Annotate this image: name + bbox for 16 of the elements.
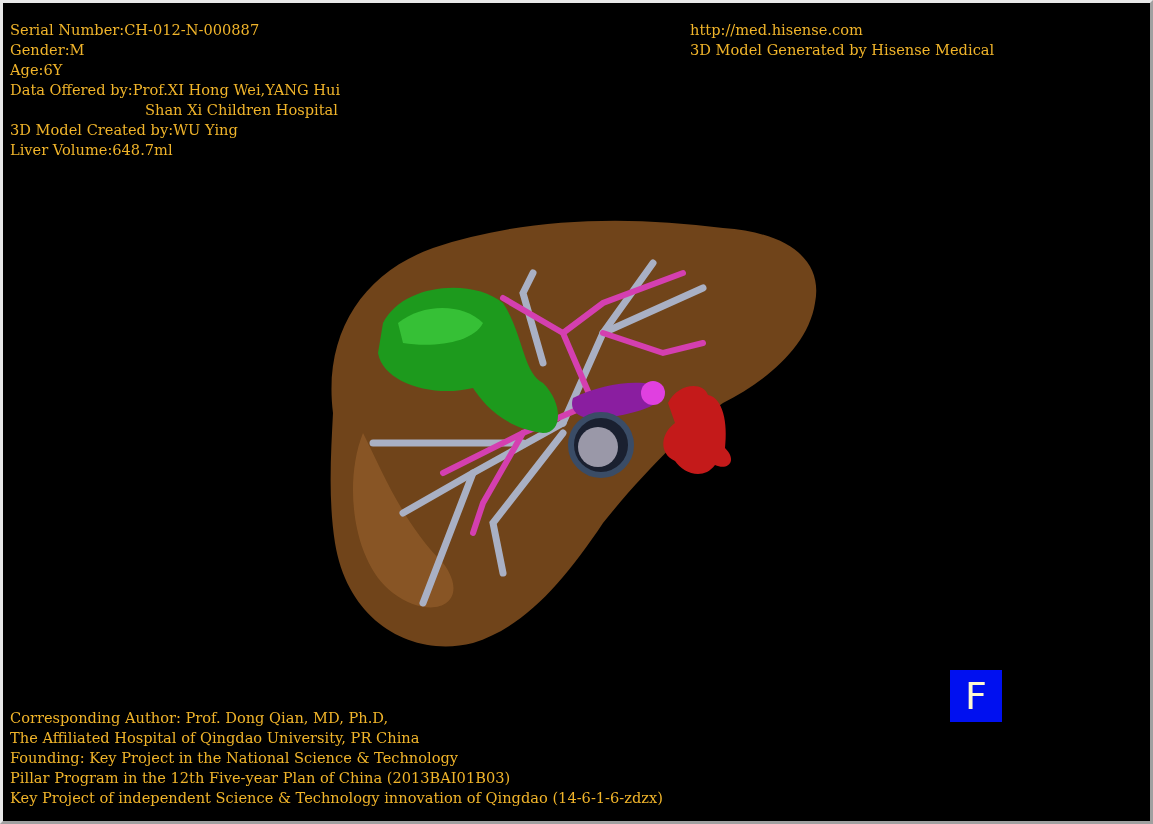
info-text: Age:6Y: [10, 60, 63, 80]
info-text: 3D Model Created by:WU Ying: [10, 120, 238, 140]
info-text: Founding: Key Project in the National Science & Technology: [10, 748, 459, 768]
info-text: 3D Model Generated by Hisense Medical: [690, 40, 995, 60]
info-text: Data Offered by:Prof.XI Hong Wei,YANG Hui: [10, 80, 341, 100]
info-text: Shan Xi Children Hospital: [145, 100, 338, 120]
info-text: http://med.hisense.com: [690, 20, 863, 40]
info-text: Key Project of independent Science & Technology innovation of Qingdao (14-6-1-6-zdzx): [10, 788, 663, 808]
info-text: Gender:M: [10, 40, 85, 60]
info-text: Corresponding Author: Prof. Dong Qian, MD, Ph.D,: [10, 708, 389, 728]
info-text: Serial Number:CH-012-N-000887: [10, 20, 260, 40]
info-text: Pillar Program in the 12th Five-year Plan of China (2013BAI01B03): [10, 768, 511, 788]
3d-viewport[interactable]: [3, 3, 1150, 821]
info-text: Liver Volume:648.7ml: [10, 140, 173, 160]
orientation-marker[interactable]: F: [950, 670, 1002, 722]
info-text: The Affiliated Hospital of Qingdao University, PR China: [10, 728, 420, 748]
